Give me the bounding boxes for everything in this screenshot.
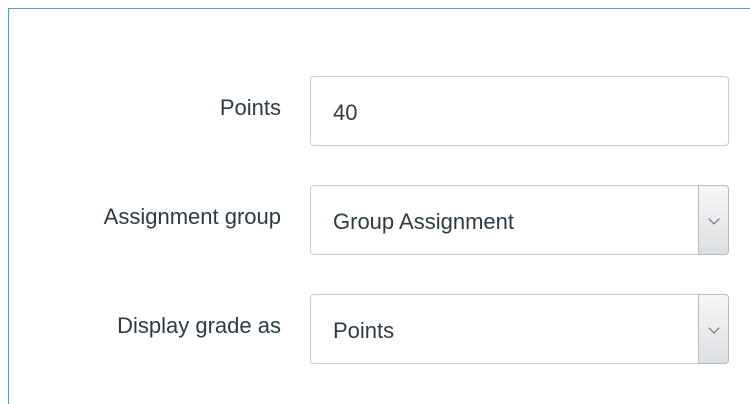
assignment-group-dropdown-button[interactable] xyxy=(698,185,729,255)
chevron-down-icon xyxy=(708,322,720,334)
display-grade-label: Display grade as xyxy=(117,313,281,338)
display-grade-row: Display grade as Points xyxy=(9,294,750,366)
display-grade-selected[interactable]: Points xyxy=(333,318,394,344)
display-grade-dropdown-button[interactable] xyxy=(698,294,729,364)
chevron-down-icon xyxy=(708,213,720,225)
assignment-group-selected[interactable]: Group Assignment xyxy=(333,209,514,235)
assignment-group-row: Assignment group Group Assignment xyxy=(9,185,750,257)
points-label: Points xyxy=(219,95,281,120)
assignment-group-select[interactable]: Group Assignment xyxy=(310,185,729,255)
points-input[interactable]: 40 xyxy=(310,76,729,146)
points-row: Points 40 xyxy=(9,76,750,148)
assignment-group-label: Assignment group xyxy=(103,204,281,229)
assignment-settings-panel: Points 40 Assignment group Group Assignm… xyxy=(8,8,750,404)
display-grade-select[interactable]: Points xyxy=(310,294,729,364)
points-input-value[interactable]: 40 xyxy=(333,100,357,126)
